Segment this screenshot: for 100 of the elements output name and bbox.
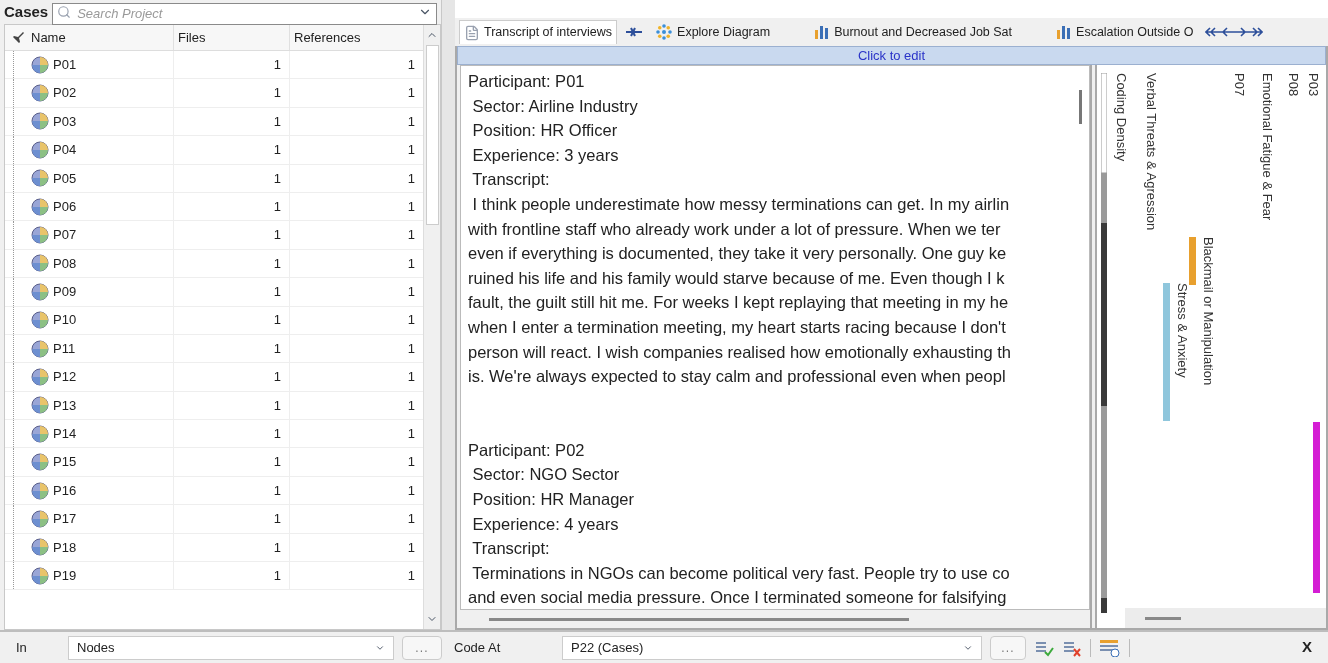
table-cell: 1: [174, 192, 290, 221]
table-cell: 1: [174, 533, 290, 562]
table-cell-text: 1: [406, 339, 416, 358]
case-icon: [31, 311, 49, 330]
table-cell: 1: [174, 249, 290, 278]
scrollbar-thumb[interactable]: [1078, 90, 1082, 124]
diagram-icon: [655, 23, 674, 41]
case-name[interactable]: P02: [53, 83, 77, 103]
case-icon: [31, 453, 49, 472]
table-cell: 1: [174, 420, 290, 448]
transcript-line: Position: HR Manager: [471, 488, 635, 510]
case-name[interactable]: P09: [53, 282, 77, 302]
column-header[interactable]: Name: [31, 25, 174, 50]
table-cell-text: 1: [406, 368, 416, 387]
case-name[interactable]: P03: [53, 111, 77, 132]
close-tab-icon[interactable]: [625, 27, 644, 37]
pin-icon[interactable]: [11, 30, 25, 45]
case-name[interactable]: P18: [53, 537, 77, 558]
vertical-scrollbar[interactable]: [423, 25, 440, 629]
case-name[interactable]: P11: [53, 338, 76, 359]
table-cell: 1: [174, 562, 290, 590]
stripe-label: P07: [1230, 73, 1248, 97]
stripe-label: Coding Density: [1112, 73, 1130, 162]
document-tab[interactable]: Transcript of interviews: [459, 20, 618, 44]
search-field[interactable]: Search Project: [52, 2, 437, 25]
code-at-label: Code At: [453, 638, 502, 657]
scrollbar-thumb[interactable]: [425, 45, 439, 225]
bar-chart-icon: [1056, 24, 1073, 40]
transcript-line: Terminations in NGOs can become political very fast. People try to use co: [471, 562, 1011, 584]
case-name[interactable]: P13: [53, 395, 77, 416]
case-name[interactable]: P05: [53, 168, 77, 188]
table-cell-text: 1: [406, 169, 416, 188]
tab-navigation-icon[interactable]: [1205, 27, 1264, 37]
case-icon: [31, 424, 49, 443]
browse-button[interactable]: ...: [990, 635, 1026, 660]
case-icon: [31, 282, 49, 301]
document-tab[interactable]: Escalation Outside O: [1052, 20, 1198, 44]
horizontal-scrollbar[interactable]: [1125, 608, 1326, 628]
click-to-edit-bar[interactable]: Click to edit: [457, 46, 1326, 65]
table-cell: 1: [174, 334, 290, 363]
table-cell-text: 1: [406, 425, 416, 443]
case-name[interactable]: P12: [53, 367, 77, 387]
stripe-label: Stress & Anxiety: [1173, 283, 1191, 378]
table-cell: 1: [174, 79, 290, 107]
transcript-line: when I enter a termination meeting, my heart starts racing because I don't: [468, 316, 1007, 338]
close-button[interactable]: X: [1294, 636, 1320, 659]
in-dropdown[interactable]: Nodes: [68, 635, 394, 660]
case-icon: [31, 509, 49, 528]
table-cell-text: 1: [406, 283, 416, 302]
stripe-label: Blackmail or Manipulation: [1199, 237, 1217, 386]
transcript-line: Sector: Airline Industry: [471, 95, 639, 117]
table-cell-text: 1: [406, 141, 416, 160]
stripe-label: P03: [1304, 73, 1322, 97]
table-cell-text: 1: [406, 481, 416, 500]
table-cell-text: 1: [406, 396, 416, 415]
stripe-label: Emotional Fatigue & Fear: [1258, 73, 1276, 221]
table-cell: 1: [174, 306, 290, 334]
case-icon: [31, 481, 49, 500]
case-name[interactable]: P06: [53, 196, 77, 217]
code-at-dropdown[interactable]: P22 (Cases): [562, 635, 982, 660]
scrollbar-thumb[interactable]: [1145, 616, 1181, 620]
case-icon: [31, 566, 49, 585]
case-name[interactable]: P08: [53, 253, 77, 274]
case-name[interactable]: P07: [53, 225, 77, 245]
table-cell-text: 1: [406, 226, 416, 245]
table-cell: 1: [174, 448, 290, 476]
bar-chart-icon: [814, 24, 831, 40]
column-header[interactable]: Files: [174, 25, 290, 50]
transcript-line: Participant: P01: [468, 71, 586, 92]
table-cell-text: 1: [406, 84, 416, 103]
scrollbar-thumb[interactable]: [489, 617, 909, 621]
document-tab[interactable]: Burnout and Decreased Job Sat: [810, 20, 1017, 44]
transcript-line: and even social media pressure. Once I terminated someone for falsifying: [468, 587, 1008, 609]
table-cell-text: 1: [406, 510, 416, 529]
transcript-line: is. We're always expected to stay calm and professional even when peopl: [468, 366, 1007, 388]
in-label: In: [15, 638, 28, 657]
table-cell: 1: [174, 476, 290, 505]
table-cell-text: 1: [406, 311, 416, 330]
case-name[interactable]: P04: [53, 140, 77, 160]
case-icon: [31, 169, 49, 188]
column-header[interactable]: References: [290, 25, 423, 50]
case-icon: [31, 396, 49, 415]
table-cell-text: 1: [406, 453, 416, 472]
transcript-line: Experience: 4 years: [471, 513, 620, 535]
browse-button[interactable]: ...: [402, 635, 442, 660]
case-name[interactable]: P10: [53, 310, 77, 330]
coding-stripes-icon[interactable]: [1099, 638, 1121, 657]
case-name[interactable]: P16: [53, 480, 77, 501]
table-cell: 1: [174, 505, 290, 533]
case-name[interactable]: P14: [53, 424, 77, 444]
table-cell: 1: [174, 391, 290, 420]
case-icon: [31, 112, 49, 131]
case-name[interactable]: P01: [53, 54, 77, 75]
transcript-line: Sector: NGO Sector: [471, 464, 621, 486]
case-name[interactable]: P17: [53, 509, 77, 529]
case-name[interactable]: P15: [53, 452, 77, 472]
case-name[interactable]: P19: [53, 565, 77, 586]
transcript-line: Position: HR Officer: [471, 120, 619, 142]
document-tab[interactable]: Explore Diagram: [651, 20, 775, 44]
table-cell-text: 1: [406, 566, 416, 585]
